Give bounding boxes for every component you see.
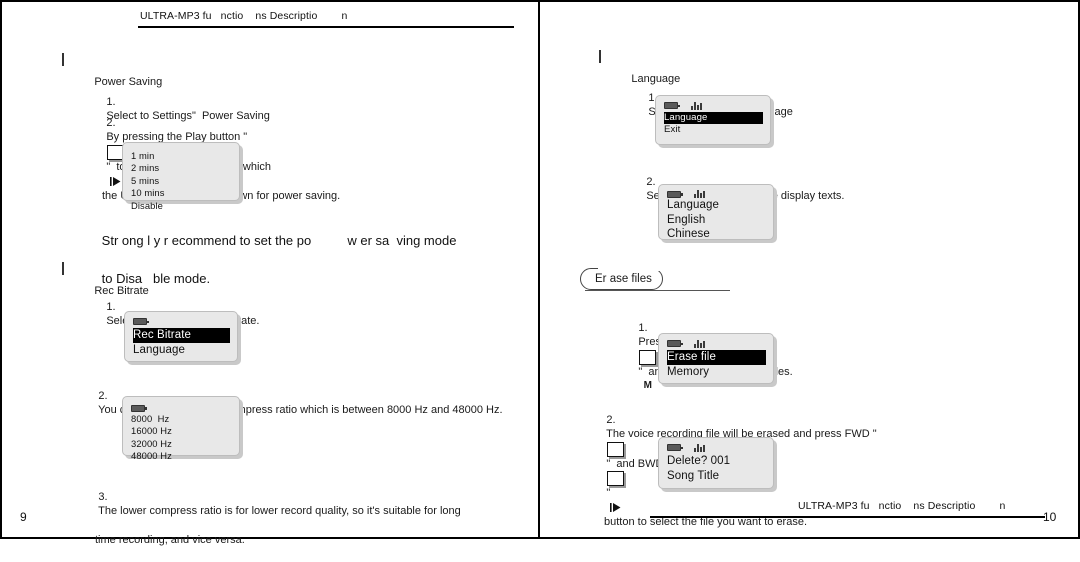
page-number-right: 10 bbox=[1043, 510, 1057, 524]
recommendation-note-line1: Str ong l y r ecommend to set the po w e… bbox=[101, 233, 457, 248]
record-frequency-screen: 8000 Hz 16000 Hz 32000 Hz 48000 Hz bbox=[122, 396, 240, 461]
lcd-row: Song Title bbox=[667, 469, 720, 482]
lcd-status-bar bbox=[667, 190, 766, 198]
speaker-icon bbox=[694, 339, 705, 348]
section-tick-icon bbox=[62, 53, 64, 66]
lcd-row-selected: Erase file bbox=[667, 350, 766, 365]
lcd-row: English bbox=[667, 213, 706, 226]
lcd-status-bar bbox=[133, 317, 230, 326]
list-item-text: The lower compress ratio is for lower re… bbox=[98, 505, 461, 517]
list-item-number: 2. bbox=[606, 413, 616, 426]
lcd-row: Disable bbox=[131, 199, 163, 211]
lcd-row: 8000 Hz bbox=[131, 413, 170, 424]
lcd-row: 5 mins bbox=[131, 174, 160, 186]
lcd-row: Chinese bbox=[667, 228, 710, 240]
oval-mask-right bbox=[690, 266, 770, 288]
lcd-row: Language bbox=[667, 199, 719, 211]
lcd-row: Exit bbox=[664, 124, 681, 135]
list-item-number: 1. bbox=[638, 321, 648, 334]
lcd-row: 2 mins bbox=[131, 162, 160, 174]
list-item-number: 3. bbox=[98, 490, 108, 503]
page-left: ULTRA-MP3 fu nctio ns Descriptio n Power… bbox=[0, 0, 540, 546]
lcd-row: Language bbox=[133, 343, 185, 356]
fwd-button-icon bbox=[607, 441, 625, 483]
list-item-number: 2. bbox=[646, 175, 656, 188]
rec-bitrate-menu-screen: Rec Bitrate Language bbox=[124, 311, 238, 362]
bwd-button-icon bbox=[607, 471, 625, 512]
battery-icon bbox=[131, 404, 147, 412]
running-head-left: ULTRA-MP3 fu nctio ns Descriptio n bbox=[140, 10, 348, 22]
list-item-number: 2. bbox=[106, 116, 116, 129]
list-item-number: 2. bbox=[98, 389, 108, 402]
list-item-text-line2: time recording, and vice versa. bbox=[95, 534, 245, 546]
battery-icon bbox=[664, 102, 680, 109]
page-right: Language 1. Select to Settings" Language… bbox=[540, 0, 1080, 539]
lcd-status-bar bbox=[664, 101, 763, 110]
speaker-icon bbox=[691, 101, 702, 110]
battery-icon bbox=[667, 340, 683, 347]
lcd-status-bar bbox=[667, 443, 766, 452]
battery-icon bbox=[133, 318, 149, 325]
language-choice-screen: Language English Chinese bbox=[658, 184, 774, 240]
lcd-status-bar bbox=[131, 404, 232, 412]
page-number-left: 9 bbox=[20, 510, 27, 524]
power-saving-timeout-screen: 1 min 2 mins 5 mins 10 mins Disable bbox=[122, 142, 240, 211]
lcd-row: 10 mins bbox=[131, 187, 165, 199]
speaker-icon bbox=[694, 443, 705, 452]
lcd-row: 16000 Hz bbox=[131, 425, 172, 437]
list-item-number: 1. bbox=[106, 300, 116, 313]
running-head-rule-right bbox=[650, 516, 1045, 518]
lcd-row: 1 min bbox=[131, 150, 155, 161]
section-tick-icon bbox=[599, 50, 601, 63]
speaker-icon bbox=[694, 190, 705, 198]
battery-icon bbox=[667, 190, 683, 198]
erase-files-heading: Er ase files bbox=[580, 268, 663, 290]
m-button-icon: M bbox=[639, 349, 657, 391]
lcd-row: 48000 Hz bbox=[131, 450, 172, 462]
manual-page-spread: ULTRA-MP3 fu nctio ns Descriptio n Power… bbox=[0, 0, 1080, 546]
list-item: 3. The lower compress ratio is for lower… bbox=[80, 475, 461, 562]
lcd-row: Memory bbox=[667, 365, 710, 378]
battery-icon bbox=[667, 444, 683, 451]
delete-confirm-screen: Delete? 001 Song Title bbox=[658, 437, 774, 489]
running-head-right: ULTRA-MP3 fu nctio ns Descriptio n bbox=[798, 500, 1006, 512]
lcd-status-bar bbox=[667, 339, 766, 348]
lcd-row-selected: Rec Bitrate bbox=[133, 328, 230, 343]
running-head-rule-left bbox=[138, 26, 514, 28]
lcd-row: 32000 Hz bbox=[131, 437, 172, 449]
erase-files-underline bbox=[585, 290, 730, 291]
erase-file-menu-screen: Erase file Memory bbox=[658, 333, 774, 384]
section-tick-icon bbox=[62, 262, 64, 275]
language-menu-screen: Language Exit bbox=[655, 95, 771, 145]
lcd-row-selected: Language bbox=[664, 112, 763, 124]
lcd-row: Delete? 001 bbox=[667, 455, 731, 467]
